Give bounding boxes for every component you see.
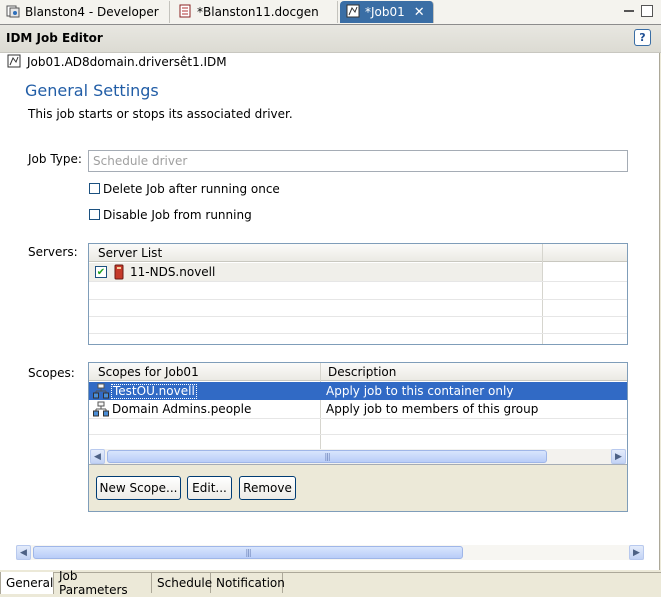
document-icon	[178, 4, 192, 21]
scroll-left-icon[interactable]: ◀	[16, 545, 31, 560]
server-list-table: Server List ✔ 11-NDS.novell	[88, 243, 628, 345]
server-checkbox[interactable]: ✔	[95, 266, 107, 278]
servers-label: Servers:	[28, 245, 78, 259]
tab-general[interactable]: General	[0, 572, 54, 594]
new-scope-button[interactable]: New Scope...	[96, 476, 181, 500]
scope-name: TestOU.novell	[111, 384, 197, 399]
page-tabs: General Job Parameters Schedule Notifica…	[0, 569, 661, 597]
breadcrumb: Job01.AD8domain.driversêt1.IDM	[27, 55, 227, 69]
table-row[interactable]: ✔ 11-NDS.novell	[89, 263, 542, 281]
job-breadcrumb-icon	[7, 54, 21, 71]
maximize-icon[interactable]	[641, 5, 653, 17]
server-list-column[interactable]: Server List	[98, 246, 162, 260]
editor-tab-bar: Blanston4 - Developer *Blanston11.docgen…	[0, 0, 661, 25]
minimize-icon[interactable]	[624, 10, 634, 12]
job-type-value: Schedule driver	[93, 154, 188, 168]
job-type-field[interactable]: Schedule driver	[88, 150, 628, 172]
scopes-label: Scopes:	[28, 366, 75, 380]
tab-label: *Job01	[365, 5, 405, 19]
delete-job-label: Delete Job after running once	[103, 182, 280, 196]
scope-description: Apply job to members of this group	[326, 402, 539, 416]
job-type-label: Job Type:	[28, 152, 82, 166]
scopes-panel: Scopes for Job01 Description TestOU.nove…	[88, 362, 628, 512]
editor-title: IDM Job Editor	[6, 31, 103, 45]
server-list-header: Server List	[89, 244, 627, 262]
scopes-horizontal-scrollbar[interactable]: ◀ ||| ▶	[90, 449, 626, 464]
tab-notification[interactable]: Notification	[211, 573, 285, 593]
tab-blanston4-developer[interactable]: Blanston4 - Developer	[0, 1, 170, 23]
table-row[interactable]: Domain Admins.people Apply job to member…	[89, 400, 627, 418]
page-title: General Settings	[25, 81, 159, 100]
tab-schedule[interactable]: Schedule	[152, 573, 212, 593]
scope-description: Apply job to this container only	[326, 384, 514, 398]
scope-column[interactable]: Scopes for Job01	[98, 365, 199, 379]
scroll-thumb[interactable]: |||	[33, 546, 463, 559]
disable-job-label: Disable Job from running	[103, 208, 252, 222]
tab-job-parameters[interactable]: Job Parameters	[54, 569, 152, 597]
page-horizontal-scrollbar[interactable]: ◀ ||| ▶	[16, 545, 644, 560]
scroll-thumb[interactable]: |||	[107, 450, 547, 463]
scroll-right-icon[interactable]: ▶	[611, 449, 626, 464]
help-icon[interactable]: ?	[634, 29, 651, 46]
tab-label: *Blanston11.docgen	[197, 5, 319, 19]
scroll-right-icon[interactable]: ▶	[629, 545, 644, 560]
remove-scope-button[interactable]: Remove	[239, 476, 296, 500]
tab-label: Blanston4 - Developer	[25, 5, 159, 19]
project-icon	[6, 4, 20, 21]
description-column[interactable]: Description	[328, 365, 396, 379]
delete-job-checkbox[interactable]	[89, 183, 100, 194]
tab-job01[interactable]: *Job01 ✕	[340, 1, 434, 23]
server-name: 11-NDS.novell	[130, 265, 216, 279]
close-icon[interactable]: ✕	[414, 5, 425, 20]
edit-scope-button[interactable]: Edit...	[187, 476, 232, 500]
scopes-table: Scopes for Job01 Description TestOU.nove…	[89, 363, 627, 465]
tab-blanston11-docgen[interactable]: *Blanston11.docgen	[172, 1, 338, 23]
section-description: This job starts or stops its associated …	[28, 107, 293, 121]
disable-job-checkbox[interactable]	[89, 209, 100, 220]
scopes-header: Scopes for Job01 Description	[89, 363, 627, 381]
table-row[interactable]: TestOU.novell Apply job to this containe…	[89, 382, 627, 400]
scroll-left-icon[interactable]: ◀	[90, 449, 105, 464]
job-icon	[346, 4, 360, 21]
scope-name: Domain Admins.people	[112, 402, 252, 416]
editor-content: Job01.AD8domain.driversêt1.IDM General S…	[0, 53, 660, 570]
editor-header: IDM Job Editor ?	[0, 25, 661, 53]
